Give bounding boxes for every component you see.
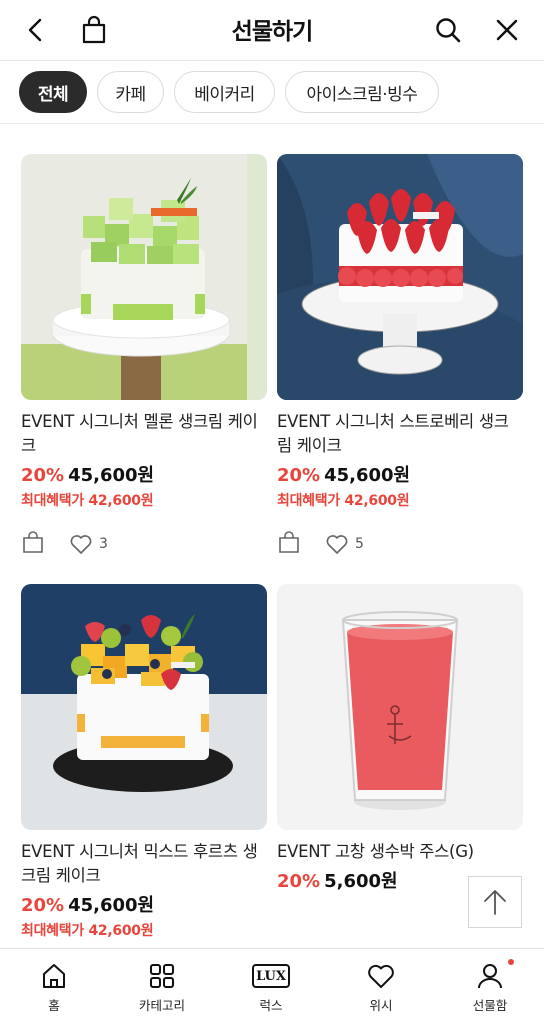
shopping-bag-icon <box>279 531 299 553</box>
lux-icon: LUX <box>252 964 290 988</box>
product-price: 20% 45,600원 <box>21 891 267 917</box>
heart-icon <box>326 535 348 554</box>
discount-rate: 20% <box>277 871 321 892</box>
home-icon <box>43 964 65 988</box>
product-name[interactable]: EVENT 시그니처 멜론 생크림 케이크 <box>21 410 267 458</box>
sale-price: 45,600원 <box>68 895 155 916</box>
close-button[interactable] <box>487 10 527 50</box>
product-card[interactable]: EVENT 시그니처 스트로베리 생크림 케이크 20% 45,600원 최대혜택… <box>277 154 523 558</box>
product-card[interactable]: EVENT 시그니처 멜론 생크림 케이크 20% 45,600원 최대혜택가 4… <box>21 154 267 558</box>
category-chips: 전체 카페 베이커리 아이스크림·빙수 <box>0 60 544 124</box>
strawberry-cake-image <box>277 154 523 400</box>
nav-lux[interactable]: LUX 럭스 <box>217 949 325 1024</box>
close-icon <box>496 19 518 41</box>
sale-price: 45,600원 <box>324 465 411 486</box>
scroll-top-button[interactable] <box>468 876 522 928</box>
nav-category[interactable]: 카테고리 <box>108 949 216 1024</box>
chip-bakery[interactable]: 베이커리 <box>174 71 275 113</box>
product-card[interactable]: EVENT 고창 생수박 주스(G) 20% 5,600원 <box>277 584 523 893</box>
product-price: 20% 45,600원 <box>21 461 267 487</box>
heart-icon <box>368 964 394 988</box>
product-name[interactable]: EVENT 시그니처 믹스드 후르츠 생크림 케이크 <box>21 840 267 888</box>
nav-giftbox-label: 선물함 <box>472 998 508 1013</box>
search-button[interactable] <box>428 10 468 50</box>
product-actions: 5 <box>277 530 523 558</box>
chip-cafe[interactable]: 카페 <box>97 71 164 113</box>
nav-wish-label: 위시 <box>369 998 393 1013</box>
arrow-up-icon <box>484 890 506 915</box>
product-image[interactable] <box>21 584 267 830</box>
nav-giftbox[interactable]: 선물함 <box>436 949 544 1024</box>
user-icon <box>478 964 502 989</box>
product-card[interactable]: EVENT 시그니처 믹스드 후르츠 생크림 케이크 20% 45,600원 최대… <box>21 584 267 940</box>
product-name[interactable]: EVENT 시그니처 스트로베리 생크림 케이크 <box>277 410 523 458</box>
nav-home-label: 홈 <box>48 998 60 1013</box>
grid-icon <box>150 964 174 988</box>
add-to-bag-button[interactable] <box>277 530 301 558</box>
search-icon <box>436 18 461 43</box>
nav-lux-label: 럭스 <box>259 998 283 1013</box>
max-benefit-price: 최대혜택가 42,600원 <box>277 493 410 509</box>
notification-dot <box>508 959 514 965</box>
sale-price: 5,600원 <box>324 871 398 892</box>
product-image[interactable] <box>277 584 523 830</box>
app-header: 선물하기 <box>0 0 544 60</box>
nav-wish[interactable]: 위시 <box>327 949 435 1024</box>
nav-category-label: 카테고리 <box>138 998 185 1013</box>
mixed-fruit-cake-image <box>21 584 267 830</box>
melon-cake-image <box>21 154 267 400</box>
like-count: 5 <box>355 536 364 552</box>
product-price: 20% 45,600원 <box>277 461 523 487</box>
watermelon-juice-image <box>277 584 523 830</box>
product-actions: 3 <box>21 530 267 558</box>
add-to-bag-button[interactable] <box>21 530 45 558</box>
max-benefit-price: 최대혜택가 42,600원 <box>21 923 154 939</box>
chip-icecream[interactable]: 아이스크림·빙수 <box>285 71 439 113</box>
product-image[interactable] <box>277 154 523 400</box>
max-benefit-price: 최대혜택가 42,600원 <box>21 493 154 509</box>
like-count: 3 <box>99 536 108 552</box>
sale-price: 45,600원 <box>68 465 155 486</box>
discount-rate: 20% <box>277 465 321 486</box>
discount-rate: 20% <box>21 465 65 486</box>
product-image[interactable] <box>21 154 267 400</box>
chip-all[interactable]: 전체 <box>19 71 87 113</box>
product-name[interactable]: EVENT 고창 생수박 주스(G) <box>277 840 523 864</box>
bottom-nav: 홈 카테고리 LUX 럭스 위시 선물함 <box>0 948 544 1024</box>
heart-icon <box>70 535 92 554</box>
wish-button[interactable]: 5 <box>325 533 364 555</box>
shopping-bag-icon <box>23 531 43 553</box>
wish-button[interactable]: 3 <box>69 533 108 555</box>
nav-home[interactable]: 홈 <box>0 949 108 1024</box>
discount-rate: 20% <box>21 895 65 916</box>
